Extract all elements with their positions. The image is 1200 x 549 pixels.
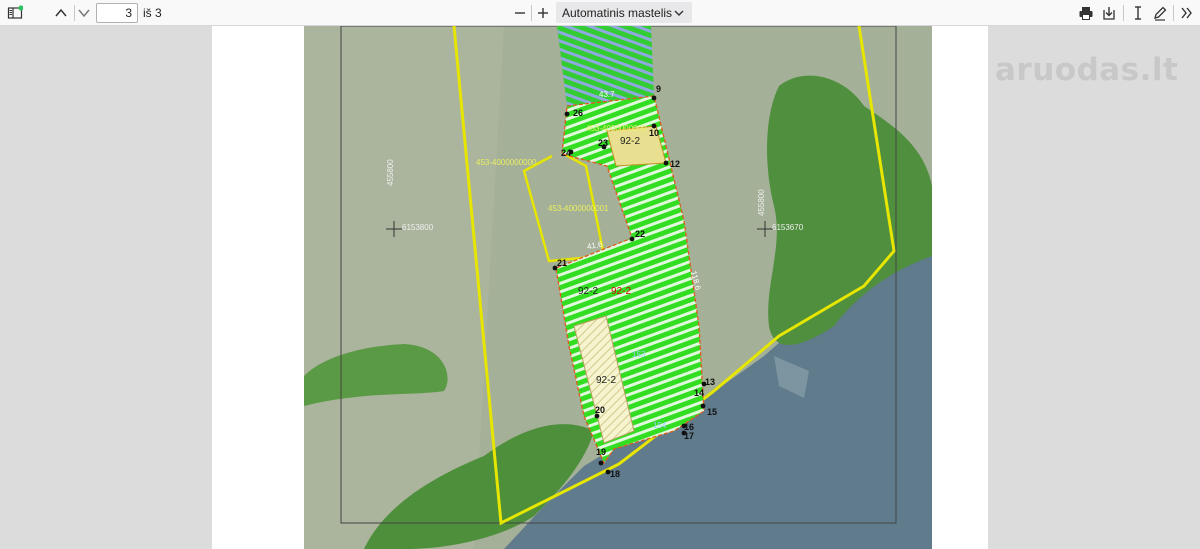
chevron-down-icon [674, 7, 684, 21]
point-label: 19 [596, 447, 607, 457]
toolbar-separator [1123, 5, 1124, 21]
next-page-icon[interactable] [73, 0, 95, 26]
print-icon[interactable] [1076, 0, 1096, 26]
point-label: 9 [656, 84, 662, 94]
point-label: 18 [610, 469, 621, 479]
page-number-input[interactable] [96, 3, 138, 23]
parcel-label: 92-2 [620, 136, 641, 147]
point-label: 10 [649, 128, 660, 138]
more-tools-icon[interactable] [1176, 0, 1198, 26]
text-cursor-icon[interactable] [1128, 0, 1148, 26]
download-icon[interactable] [1099, 0, 1119, 26]
point-label: 20 [595, 405, 606, 415]
zoom-in-icon[interactable] [533, 0, 553, 26]
dimension-label: 153 [632, 350, 646, 359]
draw-pencil-icon[interactable] [1150, 0, 1170, 26]
point-label: 23 [598, 138, 609, 148]
point-label: 12 [670, 159, 681, 169]
toolbar-separator [1173, 5, 1174, 21]
dimension-label: 154 [653, 421, 667, 430]
sidebar-toggle-icon[interactable] [4, 0, 26, 26]
point-label: 24 [561, 148, 572, 158]
zoom-select[interactable]: Automatinis mastelis [556, 2, 692, 23]
toolbar-separator [531, 5, 532, 21]
grid-label: 455800 [757, 189, 766, 216]
page-count-label: iš 3 [143, 6, 162, 20]
point-label: 26 [573, 108, 584, 118]
point-label: 17 [684, 431, 695, 441]
previous-page-icon[interactable] [50, 0, 72, 26]
point-label: 15 [707, 407, 718, 417]
point-label: 22 [635, 229, 646, 239]
cadastral-label: 453-4000000000 [586, 124, 647, 133]
cadastral-map: 26 9 10 12 23 24 22 21 13 14 15 16 17 18… [304, 26, 932, 549]
parcel-label: 92-2 [611, 286, 632, 297]
parcel-label: 92-2 [596, 375, 617, 386]
watermark-logo: aruodas.lt [995, 52, 1179, 88]
cadastral-label: 453-4000000000 [476, 158, 537, 167]
point-label: 21 [557, 258, 568, 268]
parcel-label: 92-2 [578, 286, 599, 297]
pdf-toolbar: iš 3 Automatinis mastelis [0, 0, 1200, 26]
zoom-out-icon[interactable] [510, 0, 530, 26]
grid-label: 6153670 [772, 223, 804, 232]
grid-label: 455800 [386, 159, 395, 186]
zoom-select-value: Automatinis mastelis [562, 5, 673, 20]
point-label: 13 [705, 377, 716, 387]
point-label: 14 [694, 388, 705, 398]
grid-label: 6153800 [402, 223, 434, 232]
cadastral-label: 453-4000000001 [548, 204, 609, 213]
dimension-label: 43.7 [599, 90, 615, 99]
